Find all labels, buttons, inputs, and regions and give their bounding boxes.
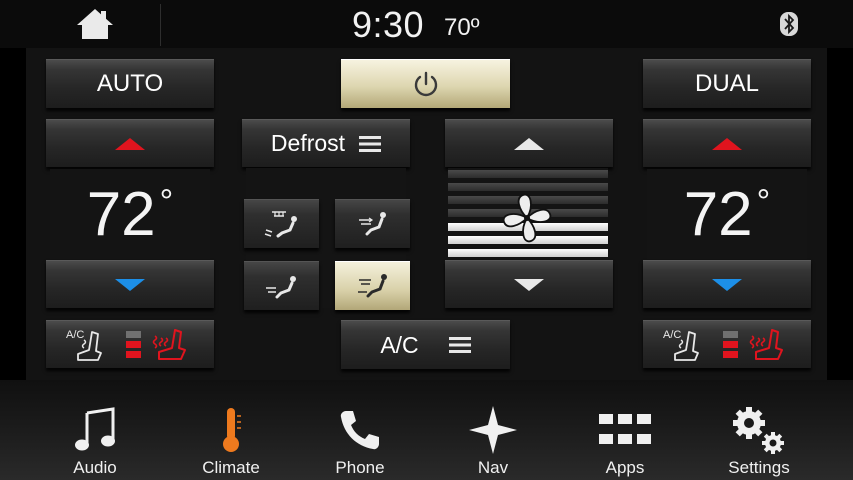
driver-seat-button[interactable]: A/C — [46, 320, 214, 368]
airflow-windshield-floor-button[interactable] — [244, 199, 319, 248]
ac-button[interactable]: A/C — [341, 320, 510, 369]
nav-settings-label: Settings — [728, 458, 790, 477]
nav-nav-label: Nav — [477, 458, 509, 477]
status-divider — [160, 4, 161, 46]
airflow-face-floor-button[interactable] — [335, 261, 410, 310]
down-arrow-icon — [514, 278, 544, 291]
fan-speed-bar — [448, 183, 608, 192]
compass-star-icon — [469, 406, 517, 454]
seat-cooling-icon: A/C — [663, 329, 699, 361]
dual-button[interactable]: DUAL — [643, 59, 811, 108]
outside-temperature: 70º — [444, 14, 480, 41]
status-bar: 9:30 70º — [0, 0, 853, 48]
fan-speed-up-button[interactable] — [445, 119, 613, 167]
down-arrow-icon — [115, 278, 145, 291]
seat-heat-level-bar — [126, 331, 141, 338]
driver-temp-up-button[interactable] — [46, 119, 214, 167]
passenger-temp-value: 72 — [683, 179, 753, 249]
climate-screen: 9:30 70º AUTO DUAL 72 ° A/C Defrost A/C … — [0, 0, 853, 480]
driver-temp-value: 72 — [86, 179, 156, 249]
driver-seat-heat-level — [126, 331, 141, 358]
nav-apps-label: Apps — [605, 458, 645, 477]
passenger-temp-up-button[interactable] — [643, 119, 811, 167]
apps-grid-icon — [599, 414, 651, 444]
seat-heat-icon — [152, 328, 186, 360]
airflow-windshield-icon — [264, 211, 297, 238]
nav-phone[interactable]: Phone — [305, 380, 415, 480]
nav-phone-label: Phone — [335, 458, 385, 477]
nav-audio-label: Audio — [73, 458, 117, 477]
down-arrow-icon — [712, 278, 742, 291]
nav-audio[interactable]: Audio — [40, 380, 150, 480]
music-note-icon — [75, 407, 115, 451]
seat-ac-text: A/C — [663, 329, 681, 341]
passenger-seat-heat-level — [723, 331, 738, 358]
airflow-face-button[interactable] — [335, 199, 410, 248]
seat-heat-icon — [749, 328, 783, 360]
home-icon — [77, 9, 113, 39]
passenger-temp-unit: ° — [756, 183, 771, 221]
driver-temp-unit: ° — [159, 183, 174, 221]
seat-heat-level-bar — [723, 331, 738, 338]
menu-icon — [359, 135, 382, 152]
seat-heat-level-bar — [723, 341, 738, 348]
defrost-label: Defrost — [270, 130, 346, 156]
nav-apps[interactable]: Apps — [570, 380, 680, 480]
clock: 9:30 — [352, 4, 425, 45]
up-arrow-icon — [514, 137, 544, 150]
passenger-temp-down-button[interactable] — [643, 260, 811, 308]
seat-heat-level-bar — [126, 351, 141, 358]
up-arrow-icon — [115, 137, 145, 150]
auto-button[interactable]: AUTO — [46, 59, 214, 108]
airflow-face-icon — [358, 212, 386, 236]
ac-label: A/C — [380, 331, 419, 358]
defrost-button[interactable]: Defrost — [242, 119, 410, 167]
nav-climate[interactable]: Climate — [176, 380, 286, 480]
seat-heat-level-bar — [126, 341, 141, 348]
passenger-seat-button[interactable]: A/C — [643, 320, 811, 368]
airflow-face-floor-icon — [357, 274, 387, 298]
airflow-floor-button[interactable] — [244, 261, 319, 310]
seat-heat-level-bar — [723, 351, 738, 358]
nav-climate-label: Climate — [202, 458, 260, 477]
fan-speed-down-button[interactable] — [445, 260, 613, 308]
power-button[interactable] — [341, 59, 510, 108]
seat-cooling-icon: A/C — [66, 329, 102, 361]
up-arrow-icon — [712, 137, 742, 150]
power-icon — [414, 71, 437, 97]
home-button[interactable] — [60, 4, 130, 44]
menu-icon — [448, 337, 471, 353]
nav-nav[interactable]: Nav — [438, 380, 548, 480]
seat-ac-text: A/C — [66, 329, 84, 341]
driver-temp-down-button[interactable] — [46, 260, 214, 308]
gears-icon — [733, 407, 784, 454]
thermometer-icon — [223, 408, 241, 452]
bluetooth-icon — [780, 12, 798, 36]
fan-speed-bar — [448, 248, 608, 257]
phone-icon — [340, 411, 379, 450]
airflow-floor-icon — [265, 276, 296, 299]
passenger-temp-display: 72 ° — [647, 169, 807, 259]
driver-temp-display: 72 ° — [50, 169, 210, 259]
fan-icon — [502, 193, 552, 243]
nav-settings[interactable]: Settings — [704, 380, 814, 480]
bottom-nav: Audio Climate Phone Nav Apps Settings — [0, 380, 853, 480]
fan-speed-bar — [448, 170, 608, 178]
